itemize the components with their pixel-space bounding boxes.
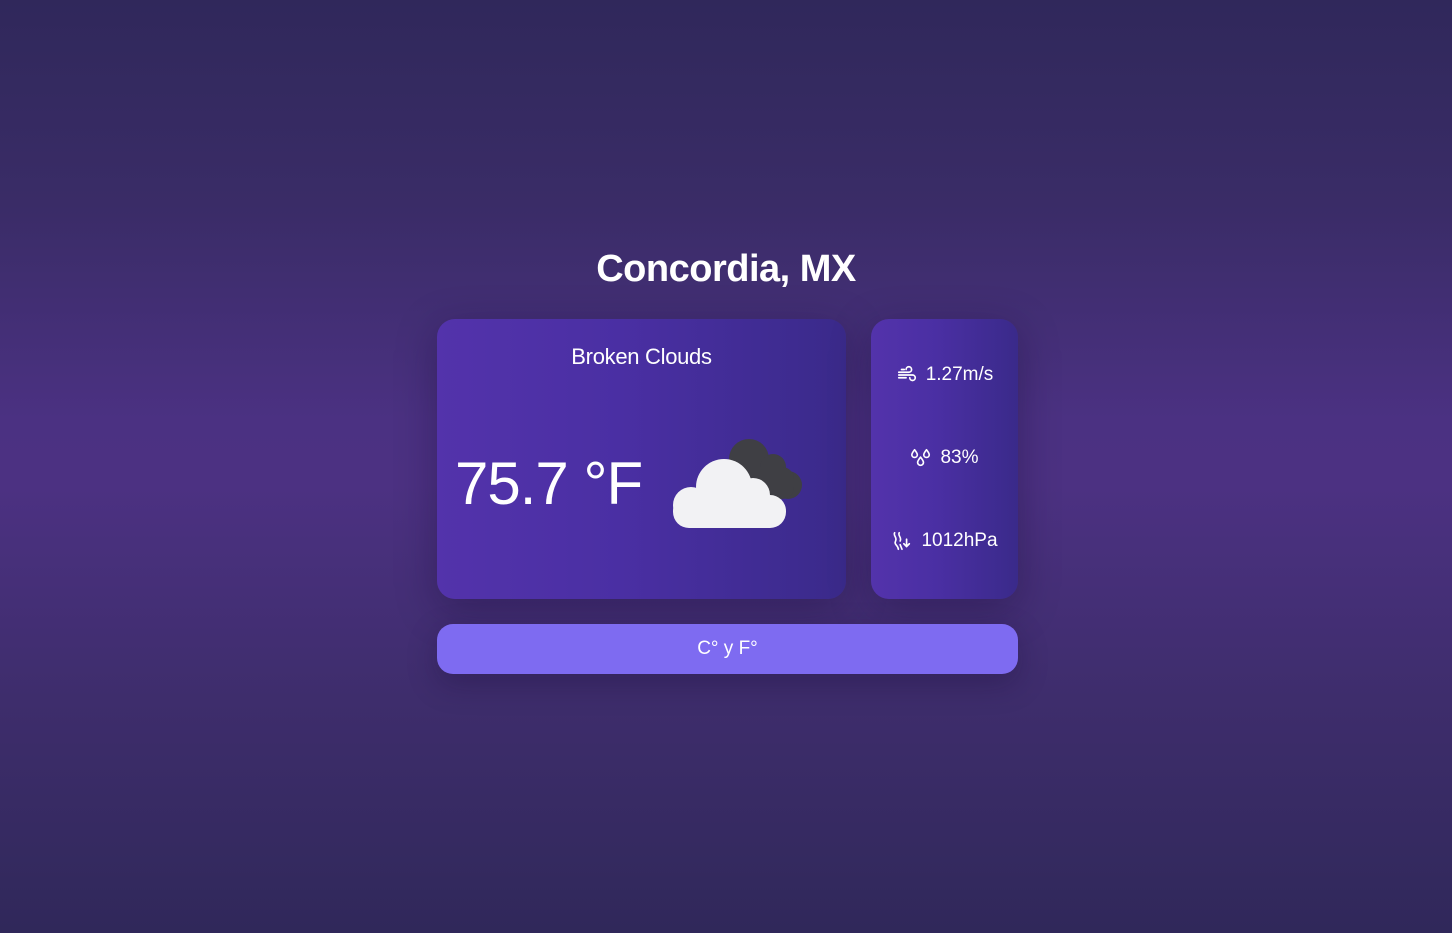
pressure-value: 1012hPa <box>921 530 998 551</box>
wind-icon <box>897 365 916 382</box>
weather-description: Broken Clouds <box>571 344 712 369</box>
broken-clouds-icon <box>673 439 802 528</box>
current-weather-card: Broken Clouds 75.7 °F <box>437 319 846 599</box>
unit-toggle-button[interactable]: C° y F° <box>437 624 1018 674</box>
humidity-value: 83% <box>940 447 979 468</box>
pressure-stat: 1012hPa <box>871 530 1018 552</box>
wind-stat: 1.27m/s <box>871 364 1018 386</box>
weather-stats-card: 1.27m/s 83% 1012hPa <box>871 319 1018 599</box>
wind-value: 1.27m/s <box>925 364 994 385</box>
city-title: Concordia, MX <box>596 248 856 290</box>
humidity-stat: 83% <box>871 447 1018 469</box>
pressure-icon <box>893 531 911 551</box>
temperature-value: 75.7 °F <box>455 450 643 517</box>
humidity-icon <box>911 448 931 467</box>
